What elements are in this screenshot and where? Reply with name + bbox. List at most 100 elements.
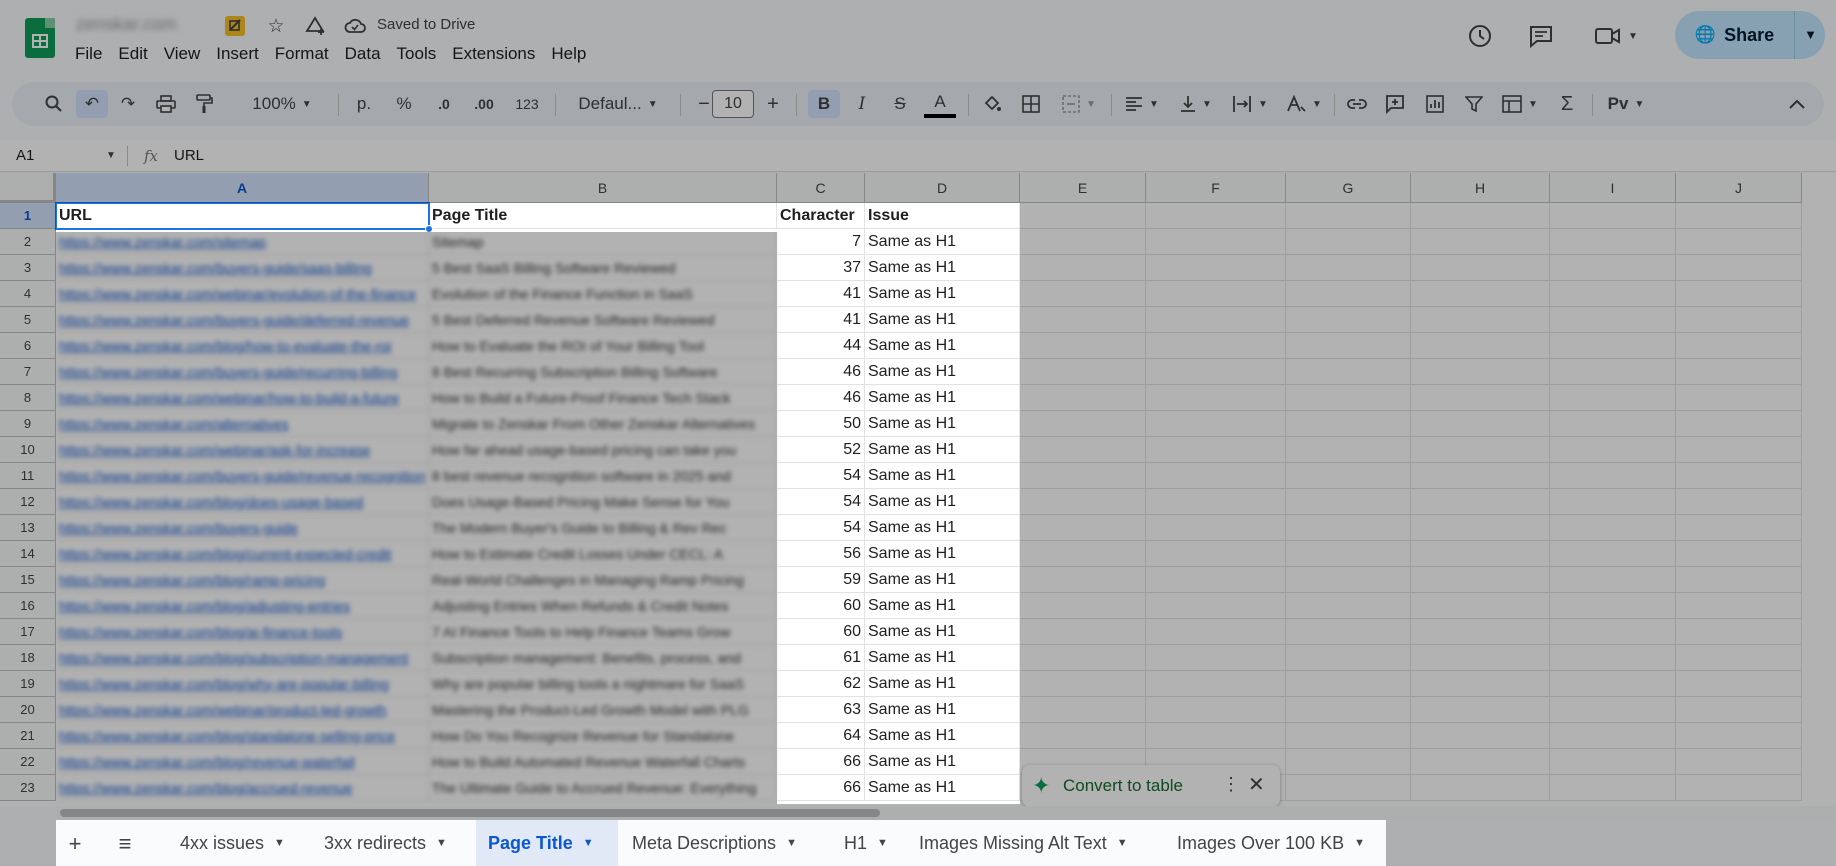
empty-cell[interactable] [1020,463,1146,489]
character-count-cell[interactable]: 54 [777,515,865,541]
url-cell[interactable]: https://www.zenskar.com/webinar/product-… [56,697,429,723]
column-header-a[interactable]: A [56,173,429,203]
issue-cell[interactable]: Same as H1 [865,593,1020,619]
header-cell-page-title[interactable]: Page Title [429,203,777,229]
empty-cell[interactable] [1146,593,1286,619]
url-cell[interactable]: https://www.zenskar.com/blog/how-to-eval… [56,333,429,359]
empty-cell[interactable] [1550,515,1676,541]
menu-tools[interactable]: Tools [389,44,445,64]
character-count-cell[interactable]: 64 [777,723,865,749]
row-header-10[interactable]: 10 [0,437,56,463]
page-title-cell[interactable]: Subscription management: Benefits, proce… [429,645,777,671]
empty-cell[interactable] [1286,697,1411,723]
increase-font-size-icon[interactable]: + [760,90,786,118]
empty-cell[interactable] [1020,411,1146,437]
column-header-h[interactable]: H [1411,173,1550,203]
page-title-cell[interactable]: How to Build Automated Revenue Waterfall… [429,749,777,775]
filter-views-icon[interactable]: ▼ [1496,90,1544,118]
column-header-e[interactable]: E [1020,173,1146,203]
character-count-cell[interactable]: 66 [777,775,865,801]
empty-cell[interactable] [1676,775,1802,801]
bold-button[interactable]: B [808,90,840,118]
empty-cell[interactable] [1411,333,1550,359]
issue-cell[interactable]: Same as H1 [865,489,1020,515]
empty-cell[interactable] [1550,385,1676,411]
font-size-input[interactable]: 10 [712,90,754,118]
empty-cell[interactable] [1550,775,1676,801]
page-title-cell[interactable]: Sitemap [429,229,777,255]
empty-cell[interactable] [1411,775,1550,801]
fill-handle[interactable] [425,225,433,233]
functions-icon[interactable]: Σ [1552,90,1582,118]
empty-cell[interactable] [1020,437,1146,463]
menu-extensions[interactable]: Extensions [444,44,543,64]
empty-cell[interactable] [1286,515,1411,541]
row-header-15[interactable]: 15 [0,567,56,593]
strikethrough-button[interactable]: S [886,90,914,118]
sheet-tab[interactable]: H1 ▼ [832,820,900,866]
column-header-b[interactable]: B [429,173,777,203]
empty-cell[interactable] [1146,307,1286,333]
page-title-cell[interactable]: 7 AI Finance Tools to Help Finance Teams… [429,619,777,645]
empty-cell[interactable] [1676,203,1802,229]
url-cell[interactable]: https://www.zenskar.com/buyers-guide/saa… [56,255,429,281]
empty-cell[interactable] [1146,385,1286,411]
menu-data[interactable]: Data [337,44,389,64]
issue-cell[interactable]: Same as H1 [865,255,1020,281]
character-count-cell[interactable]: 59 [777,567,865,593]
issue-cell[interactable]: Same as H1 [865,671,1020,697]
empty-cell[interactable] [1020,593,1146,619]
empty-cell[interactable] [1676,229,1802,255]
header-cell-character[interactable]: Character [777,203,865,229]
empty-cell[interactable] [1286,203,1411,229]
empty-cell[interactable] [1020,203,1146,229]
issue-cell[interactable]: Same as H1 [865,411,1020,437]
empty-cell[interactable] [1550,333,1676,359]
sheet-tab[interactable]: 3xx redirects ▼ [312,820,459,866]
row-header-21[interactable]: 21 [0,723,56,749]
insert-link-icon[interactable] [1342,90,1372,118]
share-dropdown-icon[interactable]: ▼ [1804,27,1817,42]
empty-cell[interactable] [1411,281,1550,307]
empty-cell[interactable] [1146,541,1286,567]
empty-cell[interactable] [1676,749,1802,775]
empty-cell[interactable] [1020,307,1146,333]
url-cell[interactable]: https://www.zenskar.com/blog/ai-finance-… [56,619,429,645]
header-cell-url[interactable]: URL [56,203,429,229]
page-title-cell[interactable]: How to Estimate Credit Losses Under CECL… [429,541,777,567]
text-wrapping-icon[interactable]: ▼ [1228,90,1272,118]
menu-format[interactable]: Format [267,44,337,64]
character-count-cell[interactable]: 52 [777,437,865,463]
page-title-cell[interactable]: How to Evaluate the ROI of Your Billing … [429,333,777,359]
empty-cell[interactable] [1550,489,1676,515]
page-title-cell[interactable]: Adjusting Entries When Refunds & Credit … [429,593,777,619]
column-header-g[interactable]: G [1286,173,1411,203]
empty-cell[interactable] [1550,645,1676,671]
empty-cell[interactable] [1550,281,1676,307]
move-icon[interactable] [303,14,327,38]
empty-cell[interactable] [1286,749,1411,775]
issue-cell[interactable]: Same as H1 [865,229,1020,255]
empty-cell[interactable] [1146,619,1286,645]
page-title-cell[interactable]: The Ultimate Guide to Accrued Revenue: E… [429,775,777,801]
collapse-toolbar-icon[interactable] [1782,90,1812,118]
empty-cell[interactable] [1146,645,1286,671]
scrollbar-thumb[interactable] [60,809,880,817]
empty-cell[interactable] [1020,697,1146,723]
issue-cell[interactable]: Same as H1 [865,307,1020,333]
empty-cell[interactable] [1286,437,1411,463]
vertical-align-icon[interactable]: ▼ [1174,90,1218,118]
add-sheet-icon[interactable]: + [59,828,91,860]
empty-cell[interactable] [1676,385,1802,411]
more-options-icon[interactable]: ⋮ [1222,774,1240,795]
empty-cell[interactable] [1676,541,1802,567]
page-title-cell[interactable]: 8 best revenue recognition software in 2… [429,463,777,489]
empty-cell[interactable] [1146,723,1286,749]
page-title-cell[interactable]: Real-World Challenges in Managing Ramp P… [429,567,777,593]
row-header-8[interactable]: 8 [0,385,56,411]
empty-cell[interactable] [1146,411,1286,437]
url-cell[interactable]: https://www.zenskar.com/blog/adjusting-e… [56,593,429,619]
issue-cell[interactable]: Same as H1 [865,567,1020,593]
empty-cell[interactable] [1676,697,1802,723]
character-count-cell[interactable]: 60 [777,593,865,619]
